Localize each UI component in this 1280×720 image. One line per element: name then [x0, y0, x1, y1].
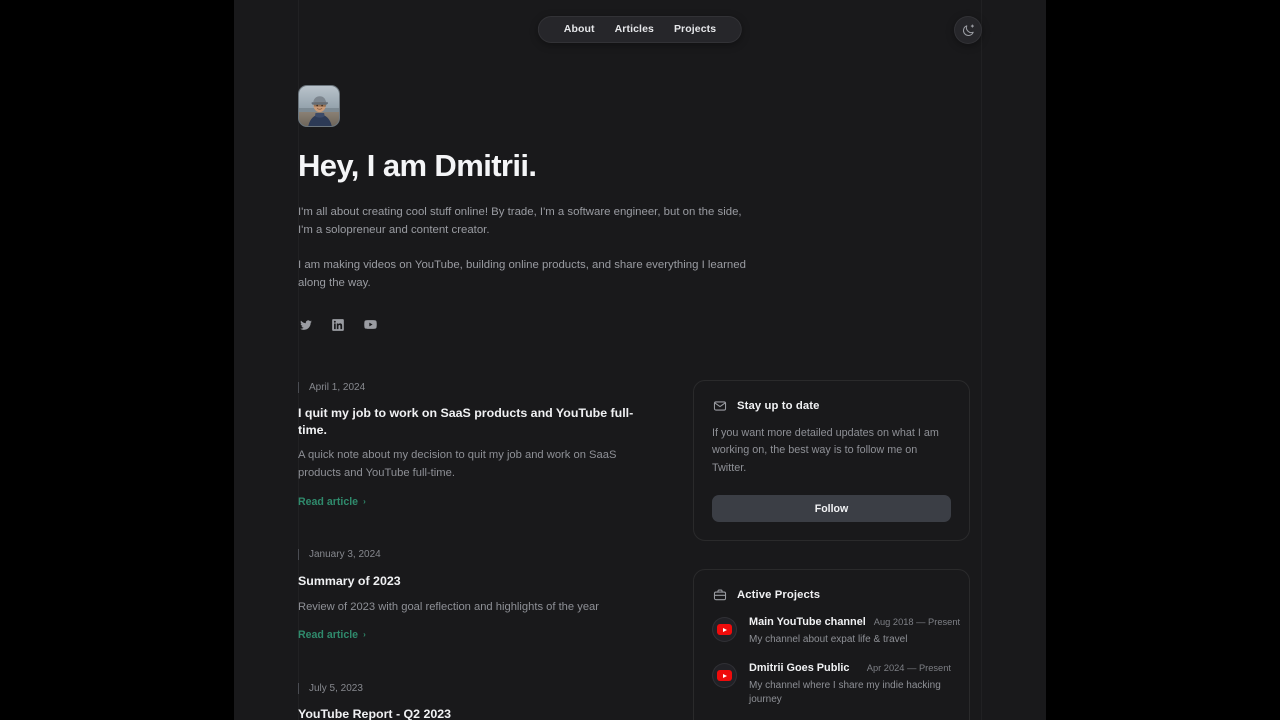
project-list-item[interactable]: Main YouTube channel Aug 2018 — Present …	[712, 616, 960, 647]
newsletter-card-body: If you want more detailed updates on wha…	[712, 427, 939, 474]
youtube-icon[interactable]	[362, 317, 378, 333]
top-bar: About Articles Projects	[234, 0, 1046, 58]
article-title[interactable]: I quit my job to work on SaaS products a…	[298, 405, 653, 438]
newsletter-card: Stay up to date If you want more detaile…	[693, 380, 970, 542]
youtube-badge	[717, 624, 732, 636]
mail-icon	[712, 398, 727, 413]
social-links	[298, 317, 798, 333]
moon-sparkle-icon	[962, 23, 974, 36]
newsletter-card-header: Stay up to date	[712, 398, 951, 413]
article-title[interactable]: Summary of 2023	[298, 573, 653, 590]
briefcase-glyph	[713, 589, 726, 601]
nav-item-articles[interactable]: Articles	[605, 17, 664, 42]
nav-item-about[interactable]: About	[554, 17, 605, 42]
article-date-label: January 3, 2024	[309, 549, 381, 561]
date-tick-icon	[298, 682, 299, 694]
main-content: April 1, 2024 I quit my job to work on S…	[298, 380, 982, 720]
youtube-logo-icon	[712, 663, 737, 689]
nav-item-projects[interactable]: Projects	[664, 17, 726, 42]
page-title: Hey, I am Dmitrii.	[298, 148, 537, 183]
date-tick-icon	[298, 381, 299, 393]
project-details: Dmitrii Goes Public Apr 2024 — Present M…	[749, 662, 951, 707]
follow-button[interactable]: Follow	[712, 495, 951, 523]
project-description: My channel about expat life & travel	[749, 634, 908, 646]
hero-paragraph-2: I am making videos on YouTube, building …	[298, 258, 746, 290]
avatar	[298, 85, 340, 127]
article-card[interactable]: January 3, 2024 Summary of 2023 Review o…	[298, 548, 653, 643]
projects-card: Active Projects Main YouTube channel Aug…	[693, 569, 970, 720]
newsletter-card-title: Stay up to date	[737, 399, 820, 412]
articles-column: April 1, 2024 I quit my job to work on S…	[298, 380, 653, 720]
article-card[interactable]: July 5, 2023 YouTube Report - Q2 2023	[298, 681, 653, 720]
projects-card-header: Active Projects	[712, 587, 951, 602]
article-card[interactable]: April 1, 2024 I quit my job to work on S…	[298, 380, 653, 510]
projects-card-title: Active Projects	[737, 588, 821, 601]
linkedin-icon[interactable]	[330, 317, 346, 333]
primary-nav: About Articles Projects	[537, 16, 743, 43]
page-container: About Articles Projects Hey, I am Dmitri…	[234, 0, 1046, 720]
chevron-right-icon: ›	[363, 630, 366, 640]
article-date-label: April 1, 2024	[309, 381, 366, 393]
mail-glyph	[713, 400, 726, 411]
play-triangle-icon	[723, 627, 727, 632]
screen: About Articles Projects Hey, I am Dmitri…	[0, 0, 1280, 720]
chevron-right-icon: ›	[363, 496, 366, 506]
youtube-logo-icon	[712, 617, 737, 643]
aside-column: Stay up to date If you want more detaile…	[693, 380, 970, 720]
article-description: Review of 2023 with goal reflection and …	[298, 600, 600, 613]
article-title[interactable]: YouTube Report - Q2 2023	[298, 706, 653, 720]
avatar-photo	[299, 86, 339, 126]
project-header-row: Main YouTube channel Aug 2018 — Present	[749, 616, 960, 628]
date-tick-icon	[298, 549, 299, 561]
youtube-badge	[717, 670, 732, 682]
project-description: My channel where I share my indie hackin…	[749, 680, 941, 706]
play-triangle-icon	[723, 673, 727, 678]
article-date: July 5, 2023	[298, 681, 653, 695]
hero-section: Hey, I am Dmitrii. I'm all about creatin…	[298, 85, 798, 333]
project-details: Main YouTube channel Aug 2018 — Present …	[749, 616, 960, 647]
project-name[interactable]: Main YouTube channel	[749, 616, 866, 628]
briefcase-icon	[712, 587, 727, 602]
project-period: Apr 2024 — Present	[866, 663, 951, 674]
read-article-label: Read article	[298, 629, 359, 642]
hero-paragraph-1: I'm all about creating cool stuff online…	[298, 205, 742, 237]
project-name[interactable]: Dmitrii Goes Public	[749, 662, 849, 674]
article-date: January 3, 2024	[298, 548, 653, 562]
read-article-label: Read article	[298, 495, 359, 508]
article-date: April 1, 2024	[298, 380, 653, 394]
project-period: Aug 2018 — Present	[873, 617, 961, 628]
project-header-row: Dmitrii Goes Public Apr 2024 — Present	[749, 662, 951, 674]
twitter-icon[interactable]	[298, 317, 314, 333]
read-article-link[interactable]: Read article ›	[298, 629, 366, 641]
theme-toggle-button[interactable]	[954, 16, 982, 44]
project-list-item[interactable]: Dmitrii Goes Public Apr 2024 — Present M…	[712, 662, 951, 707]
youtube-glyph	[363, 320, 377, 329]
read-article-link[interactable]: Read article ›	[298, 496, 366, 508]
article-description: A quick note about my decision to quit m…	[298, 449, 617, 480]
twitter-glyph	[300, 319, 312, 330]
projects-list: Main YouTube channel Aug 2018 — Present …	[712, 616, 960, 720]
linkedin-glyph	[332, 318, 344, 331]
article-date-label: July 5, 2023	[309, 682, 363, 694]
